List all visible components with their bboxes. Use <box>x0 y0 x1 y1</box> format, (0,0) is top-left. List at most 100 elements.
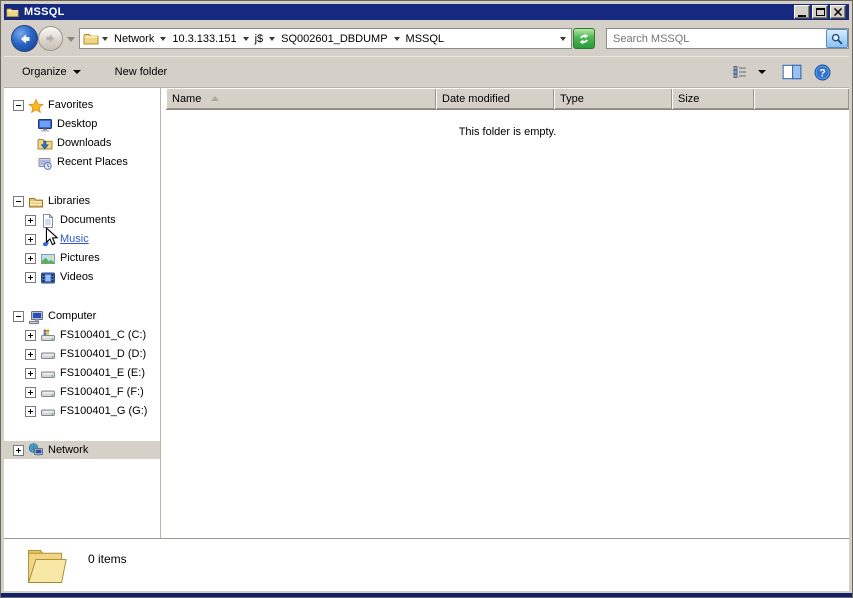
breadcrumb-separator-icon[interactable] <box>394 37 400 41</box>
minimize-button[interactable] <box>794 5 810 19</box>
expand-icon[interactable] <box>25 215 36 226</box>
column-header-type[interactable]: Type <box>554 88 672 109</box>
expand-icon[interactable] <box>25 272 36 283</box>
search-box <box>606 28 849 49</box>
sidebar-label: Downloads <box>57 134 111 153</box>
videos-film-icon <box>40 270 56 286</box>
sidebar-item-desktop[interactable]: Desktop <box>4 115 160 134</box>
breadcrumb-item-host[interactable]: 10.3.133.151 <box>168 33 240 45</box>
expand-icon[interactable] <box>25 387 36 398</box>
question-mark-icon: ? <box>814 64 831 81</box>
help-button[interactable]: ? <box>812 62 833 83</box>
sidebar-item-favorites[interactable]: Favorites <box>4 96 160 115</box>
sidebar-item-computer[interactable]: Computer <box>4 307 160 326</box>
breadcrumb-item-mssql[interactable]: MSSQL <box>402 33 449 45</box>
expand-icon[interactable] <box>25 349 36 360</box>
sidebar-item-libraries[interactable]: Libraries <box>4 192 160 211</box>
search-input[interactable] <box>607 33 826 45</box>
sidebar-item-drive-c[interactable]: FS100401_C (C:) <box>4 326 160 345</box>
breadcrumb-separator-icon[interactable] <box>243 37 249 41</box>
preview-pane-button[interactable] <box>780 62 804 82</box>
close-button[interactable] <box>830 5 846 19</box>
magnifier-icon <box>830 32 844 46</box>
back-button[interactable] <box>11 25 38 52</box>
list-view-icon <box>732 64 748 80</box>
expand-icon[interactable] <box>25 234 36 245</box>
sidebar-label: FS100401_F (F:) <box>60 383 144 402</box>
drive-icon <box>40 347 56 363</box>
empty-folder-message: This folder is empty. <box>166 126 849 138</box>
sidebar-item-pictures[interactable]: Pictures <box>4 249 160 268</box>
close-icon <box>834 8 842 16</box>
network-icon <box>28 442 44 458</box>
column-header-blank[interactable] <box>754 88 849 109</box>
favorites-star-icon <box>28 98 44 114</box>
music-note-icon <box>40 232 56 248</box>
sidebar-item-documents[interactable]: Documents <box>4 211 160 230</box>
column-headers: Name Date modified Type Size <box>166 88 849 110</box>
breadcrumb-item-network[interactable]: Network <box>110 33 158 45</box>
breadcrumb-item-dbdump[interactable]: SQ002601_DBDUMP <box>277 33 391 45</box>
column-header-size[interactable]: Size <box>672 88 754 109</box>
sidebar-label: Pictures <box>60 249 100 268</box>
forward-button[interactable] <box>38 26 63 51</box>
navigation-pane: Favorites Desktop Downloads Recent Place… <box>4 88 161 538</box>
breadcrumb-separator-icon[interactable] <box>269 37 275 41</box>
window-controls <box>794 5 846 19</box>
collapse-icon[interactable] <box>13 311 24 322</box>
organize-button[interactable]: Organize <box>14 63 89 81</box>
toolbar-right-group: ? <box>730 62 833 83</box>
breadcrumb-separator-icon[interactable] <box>102 37 108 41</box>
view-options-dropdown-icon[interactable] <box>758 70 766 74</box>
change-view-button[interactable] <box>730 62 750 82</box>
address-breadcrumb-bar[interactable]: Network 10.3.133.151 j$ SQ002601_DBDUMP … <box>79 28 572 49</box>
expand-icon[interactable] <box>13 445 24 456</box>
expand-icon[interactable] <box>25 406 36 417</box>
refresh-arrows-icon <box>577 32 591 46</box>
expand-icon[interactable] <box>25 330 36 341</box>
collapse-icon[interactable] <box>13 196 24 207</box>
breadcrumb-item-share[interactable]: j$ <box>251 33 268 45</box>
expand-icon[interactable] <box>25 368 36 379</box>
sidebar-item-recent-places[interactable]: Recent Places <box>4 153 160 172</box>
sidebar-item-downloads[interactable]: Downloads <box>4 134 160 153</box>
minimize-icon <box>798 15 806 17</box>
sidebar-label: Desktop <box>57 115 97 134</box>
sidebar-label: FS100401_G (G:) <box>60 402 147 421</box>
sidebar-item-drive-e[interactable]: FS100401_E (E:) <box>4 364 160 383</box>
sidebar-item-network[interactable]: Network <box>4 441 160 459</box>
refresh-button[interactable] <box>573 28 595 49</box>
preview-pane-icon <box>782 64 802 80</box>
title-bar[interactable]: MSSQL <box>4 4 849 20</box>
folder-preview-icon <box>24 543 68 589</box>
file-list-area: Name Date modified Type Size This folder… <box>166 88 849 538</box>
search-button[interactable] <box>826 29 848 48</box>
computer-icon <box>28 309 44 325</box>
sidebar-label: Network <box>48 441 88 460</box>
maximize-button[interactable] <box>812 5 828 19</box>
sidebar-item-videos[interactable]: Videos <box>4 268 160 287</box>
documents-icon <box>40 213 56 229</box>
pictures-icon <box>40 251 56 267</box>
system-drive-icon <box>40 328 56 344</box>
column-header-date-modified[interactable]: Date modified <box>436 88 554 109</box>
desktop-icon <box>37 117 53 133</box>
column-label: Date modified <box>442 93 510 105</box>
address-history-dropdown-icon[interactable] <box>560 37 566 41</box>
sidebar-item-drive-d[interactable]: FS100401_D (D:) <box>4 345 160 364</box>
sidebar-item-drive-f[interactable]: FS100401_F (F:) <box>4 383 160 402</box>
sidebar-item-music[interactable]: Music <box>4 230 160 249</box>
column-label: Size <box>678 93 699 105</box>
new-folder-button[interactable]: New folder <box>107 63 176 81</box>
expand-icon[interactable] <box>25 253 36 264</box>
navigation-bar: Network 10.3.133.151 j$ SQ002601_DBDUMP … <box>4 20 849 56</box>
collapse-icon[interactable] <box>13 100 24 111</box>
sidebar-item-drive-g[interactable]: FS100401_G (G:) <box>4 402 160 421</box>
column-header-name[interactable]: Name <box>166 88 436 109</box>
breadcrumb-separator-icon[interactable] <box>160 37 166 41</box>
recent-pages-dropdown[interactable] <box>67 37 75 42</box>
sidebar-label: Libraries <box>48 192 90 211</box>
sidebar-label: FS100401_D (D:) <box>60 345 146 364</box>
sidebar-label: Videos <box>60 268 93 287</box>
item-count: 0 items <box>88 552 127 566</box>
